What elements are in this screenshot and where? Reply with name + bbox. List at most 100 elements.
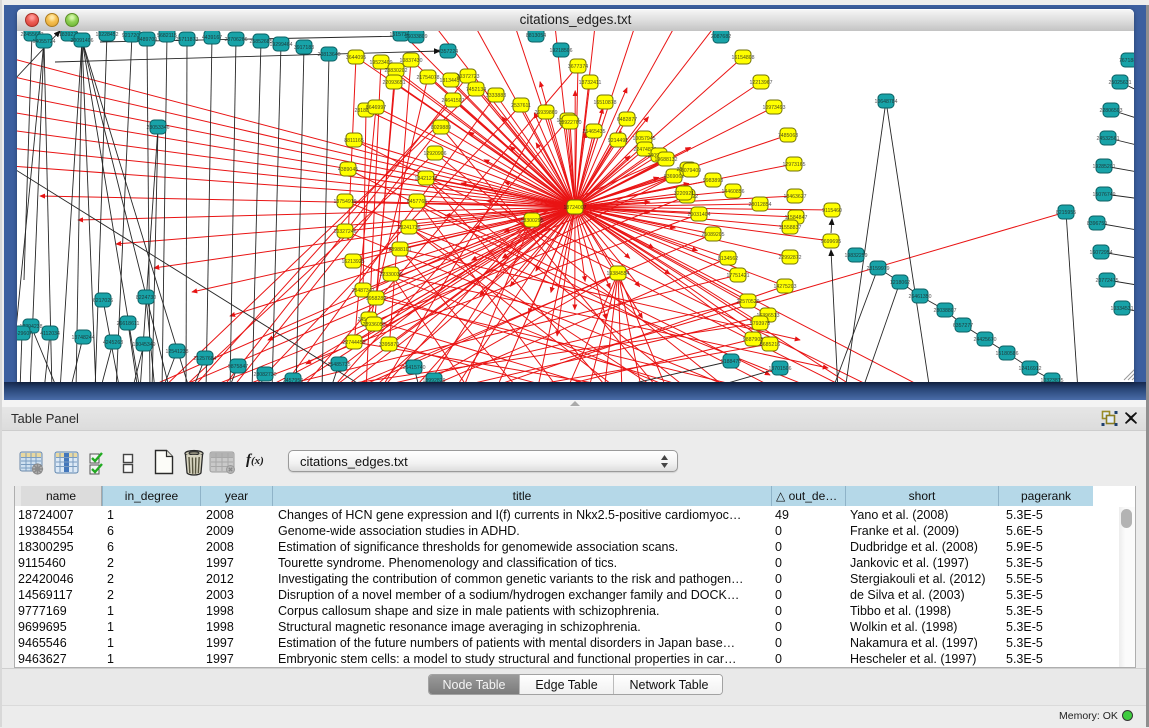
svg-text:28038807: 28038807 <box>933 308 956 314</box>
svg-text:9958289: 9958289 <box>366 296 386 302</box>
svg-text:14275203: 14275203 <box>773 284 796 290</box>
svg-text:10334531: 10334531 <box>1110 306 1133 312</box>
svg-text:19299464: 19299464 <box>269 42 292 48</box>
svg-text:16213925: 16213925 <box>341 259 364 265</box>
svg-text:26939869: 26939869 <box>534 110 557 116</box>
svg-text:3220921: 3220921 <box>674 191 694 197</box>
svg-text:20031404: 20031404 <box>687 212 710 218</box>
svg-text:26618611: 26618611 <box>117 321 140 327</box>
svg-text:13241736: 13241736 <box>397 225 420 231</box>
svg-text:25711873: 25711873 <box>176 37 199 43</box>
svg-text:25485735: 25485735 <box>327 362 350 368</box>
svg-text:19285201: 19285201 <box>1092 164 1115 170</box>
svg-text:7357224: 7357224 <box>438 49 458 55</box>
svg-text:19384554: 19384554 <box>606 271 629 277</box>
svg-text:16072954: 16072954 <box>1089 250 1112 256</box>
svg-text:4389045: 4389045 <box>338 167 358 173</box>
svg-text:8396759: 8396759 <box>1087 221 1107 227</box>
svg-text:4429607: 4429607 <box>17 331 32 337</box>
svg-text:9699695: 9699695 <box>821 239 841 245</box>
svg-text:25089205: 25089205 <box>701 232 724 238</box>
svg-text:4439167: 4439167 <box>202 35 222 41</box>
svg-text:8489709: 8489709 <box>137 37 157 43</box>
svg-text:18992829: 18992829 <box>422 378 445 382</box>
svg-text:20372723: 20372723 <box>456 74 479 80</box>
svg-text:10973493: 10973493 <box>762 105 785 111</box>
svg-text:8134562: 8134562 <box>718 256 738 262</box>
svg-text:8813054: 8813054 <box>526 33 546 39</box>
svg-text:4245263: 4245263 <box>103 340 123 346</box>
svg-text:13421212: 13421212 <box>414 176 437 182</box>
svg-text:10327246: 10327246 <box>333 229 356 235</box>
svg-text:18300295: 18300295 <box>520 218 543 224</box>
svg-text:2537611: 2537611 <box>511 103 531 109</box>
svg-text:8079409: 8079409 <box>681 168 701 174</box>
svg-text:20813640: 20813640 <box>317 52 340 58</box>
svg-text:9214491: 9214491 <box>608 138 628 144</box>
svg-text:24425670: 24425670 <box>973 337 996 343</box>
svg-text:3644095: 3644095 <box>346 55 366 61</box>
svg-text:2087682: 2087682 <box>711 34 731 40</box>
svg-text:5685216: 5685216 <box>760 342 780 348</box>
svg-text:16033809: 16033809 <box>404 34 427 40</box>
svg-text:7452134: 7452134 <box>466 87 486 93</box>
svg-text:15076749: 15076749 <box>1092 192 1115 198</box>
svg-text:6357277: 6357277 <box>953 323 973 329</box>
svg-text:24532561: 24532561 <box>1096 136 1119 142</box>
svg-text:8215955: 8215955 <box>1056 210 1076 216</box>
svg-text:12213967: 12213967 <box>749 80 772 86</box>
svg-text:22330030: 22330030 <box>379 272 402 278</box>
svg-text:16154808: 16154808 <box>731 55 754 61</box>
svg-text:13045349: 13045349 <box>132 342 155 348</box>
svg-text:6457765: 6457765 <box>407 199 427 205</box>
svg-text:6482877: 6482877 <box>617 117 637 123</box>
svg-text:23706266: 23706266 <box>224 37 247 43</box>
svg-text:18922760: 18922760 <box>558 120 581 126</box>
svg-text:13748244: 13748244 <box>71 335 94 341</box>
svg-text:28012854: 28012854 <box>748 202 771 208</box>
svg-text:28053346: 28053346 <box>146 125 169 131</box>
svg-text:26461350: 26461350 <box>908 294 931 300</box>
svg-text:28082730: 28082730 <box>253 372 276 378</box>
svg-text:12541238: 12541238 <box>165 349 188 355</box>
svg-text:3395870: 3395870 <box>379 342 399 348</box>
svg-text:13732411: 13732411 <box>579 80 602 86</box>
svg-text:6217026: 6217026 <box>93 298 113 304</box>
svg-text:16510878: 16510878 <box>593 100 616 106</box>
svg-text:22806503: 22806503 <box>1099 108 1122 114</box>
svg-text:7671884: 7671884 <box>1119 58 1134 64</box>
svg-text:5793975: 5793975 <box>750 321 770 327</box>
svg-text:8029889: 8029889 <box>431 125 451 131</box>
svg-text:2457954: 2457954 <box>283 378 303 382</box>
svg-text:22744459: 22744459 <box>342 340 365 346</box>
svg-text:19832259: 19832259 <box>844 253 867 259</box>
svg-text:5682115: 5682115 <box>157 33 177 39</box>
svg-text:21754078: 21754078 <box>416 75 439 81</box>
svg-text:28830202: 28830202 <box>384 68 407 74</box>
svg-text:25465435: 25465435 <box>582 129 605 135</box>
svg-text:4112034: 4112034 <box>40 331 60 337</box>
svg-text:10648784: 10648784 <box>874 99 897 105</box>
svg-text:18463627: 18463627 <box>783 194 806 200</box>
svg-text:1218062: 1218062 <box>890 280 910 286</box>
svg-text:9875847: 9875847 <box>228 364 248 370</box>
svg-text:28988101: 28988101 <box>388 247 411 253</box>
svg-text:14055724: 14055724 <box>32 39 55 45</box>
svg-text:10837430: 10837430 <box>399 58 422 64</box>
svg-text:9983893: 9983893 <box>703 178 723 184</box>
svg-text:10228452: 10228452 <box>95 32 118 38</box>
svg-text:25025631: 25025631 <box>1108 80 1131 86</box>
svg-text:22992872: 22992872 <box>778 255 801 261</box>
svg-text:19218506: 19218506 <box>549 48 572 54</box>
svg-text:17751421: 17751421 <box>726 273 749 279</box>
svg-text:9115460: 9115460 <box>822 208 842 214</box>
svg-text:3917183: 3917183 <box>294 45 314 51</box>
svg-text:22570529: 22570529 <box>736 299 759 305</box>
svg-text:24641507: 24641507 <box>441 98 464 104</box>
svg-text:10323815: 10323815 <box>1040 378 1063 382</box>
svg-text:20091406: 20091406 <box>70 38 93 44</box>
svg-text:5188470: 5188470 <box>721 359 741 365</box>
svg-text:10057945: 10057945 <box>632 136 655 142</box>
svg-text:12973165: 12973165 <box>782 162 805 168</box>
svg-text:12920906: 12920906 <box>423 151 446 157</box>
